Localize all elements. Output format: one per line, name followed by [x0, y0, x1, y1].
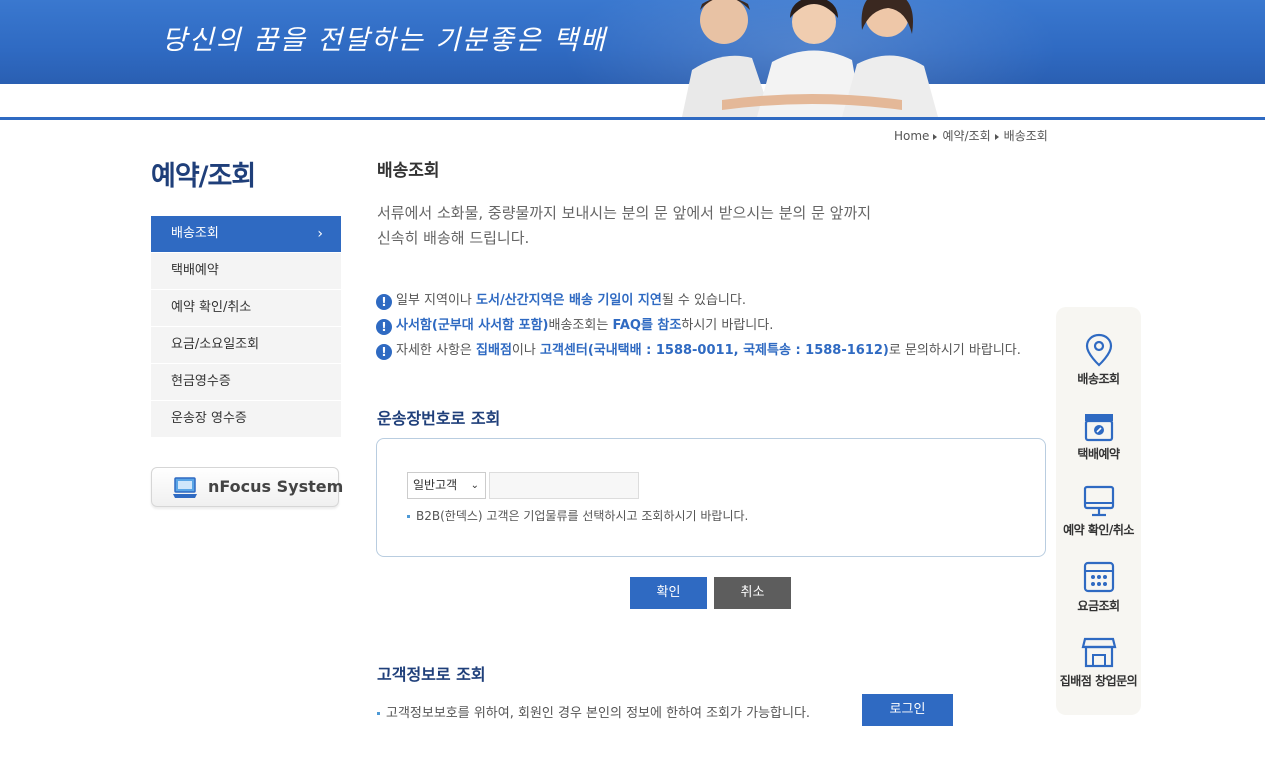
quick-item-label: 예약 확인/취소 [1063, 523, 1134, 537]
sidebar-item-label: 운송장 영수증 [171, 411, 247, 426]
breadcrumb-home[interactable]: Home [894, 129, 929, 143]
breadcrumb-level1[interactable]: 예약/조회 [942, 129, 990, 143]
customer-note: 고객정보보호를 위하여, 회원인 경우 본인의 정보에 한하여 조회가 가능합니… [377, 702, 810, 721]
customer-type-value: 일반고객 [413, 478, 458, 492]
quick-item-delivery-tracking[interactable]: 배송조회 [1056, 333, 1141, 387]
notice-text: 자세한 사항은 [396, 343, 477, 358]
quick-item-label: 요금조회 [1077, 599, 1120, 613]
section-title-waybill: 운송장번호로 조회 [377, 409, 501, 428]
notice-highlight: 고객센터(국내택배 : 1588-0011, 국제특송 : 1588-1612) [539, 343, 889, 358]
sidebar-item-fee-inquiry[interactable]: 요금/소요일조회 [151, 327, 341, 364]
notice-text: 하시기 바랍니다. [681, 318, 774, 333]
customer-note-text: 고객정보보호를 위하여, 회원인 경우 본인의 정보에 한하여 조회가 가능합니… [386, 706, 811, 721]
sidebar-item-label: 요금/소요일조회 [171, 337, 260, 352]
cancel-button[interactable]: 취소 [714, 577, 791, 609]
location-pin-icon [1085, 333, 1112, 367]
exclamation-icon: ! [376, 294, 392, 310]
notice-item: ! 사서함(군부대 사서함 포함)배송조회는 FAQ를 참조하시기 바랍니다. [376, 316, 1056, 341]
quick-item-reservation-check[interactable]: 예약 확인/취소 [1056, 484, 1141, 538]
computer-icon [173, 477, 197, 498]
waybill-number-input[interactable] [489, 472, 639, 499]
sidebar-item-label: 배송조회 [171, 226, 219, 241]
sidebar-item-reservation[interactable]: 택배예약 [151, 253, 341, 290]
chevron-down-icon: ⌄ [470, 480, 479, 491]
b2b-note: B2B(한덱스) 고객은 기업물류를 선택하시고 조회하시기 바랍니다. [407, 507, 748, 524]
section-title-customer: 고객정보로 조회 [377, 665, 486, 684]
header-slogan: 당신의 꿈을 전달하는 기분좋은 택배 [162, 25, 607, 56]
monitor-icon [1083, 485, 1114, 517]
login-button[interactable]: 로그인 [862, 694, 953, 726]
notice-text: 로 문의하시기 바랍니다. [888, 343, 1021, 358]
quick-item-label: 집배점 창업문의 [1059, 674, 1138, 688]
calculator-icon [1083, 561, 1114, 593]
sidebar-item-label: 택배예약 [171, 263, 219, 278]
customer-type-select[interactable]: 일반고객 ⌄ [407, 472, 486, 499]
notice-item: ! 일부 지역이나 도서/산간지역은 배송 기일이 지연될 수 있습니다. [376, 291, 1056, 316]
waybill-lookup-box: 일반고객 ⌄ B2B(한덱스) 고객은 기업물류를 선택하시고 조회하시기 바랍… [376, 438, 1046, 557]
breadcrumb-arrow-icon [933, 133, 938, 140]
quick-item-label: 배송조회 [1077, 372, 1120, 386]
exclamation-icon: ! [376, 319, 392, 335]
sidebar-title: 예약/조회 [151, 161, 256, 192]
notice-item: ! 자세한 사항은 집배점이나 고객센터(국내택배 : 1588-0011, 국제… [376, 341, 1056, 366]
sidebar-item-label: 현금영수증 [171, 374, 231, 389]
intro-text: 서류에서 소화물, 중량물까지 보내시는 분의 문 앞에서 받으시는 분의 문 … [377, 201, 997, 251]
breadcrumb: Home 예약/조회 배송조회 [894, 127, 1048, 144]
notice-text: 될 수 있습니다. [661, 293, 746, 308]
header-divider [0, 117, 1265, 120]
nfocus-label: nFocus System [208, 477, 344, 496]
parcel-box-icon [1084, 414, 1113, 442]
sidebar-item-waybill-receipt[interactable]: 운송장 영수증 [151, 401, 341, 438]
faq-link[interactable]: FAQ를 참조 [612, 318, 681, 333]
breadcrumb-level2[interactable]: 배송조회 [1004, 129, 1048, 143]
sidebar-item-cash-receipt[interactable]: 현금영수증 [151, 364, 341, 401]
quick-item-label: 택배예약 [1077, 447, 1120, 461]
family-photo [662, 0, 948, 117]
nfocus-system-button[interactable]: nFocus System [151, 467, 343, 507]
bullet-icon [407, 515, 410, 518]
notice-text: 이나 [511, 343, 540, 358]
quick-item-fee-inquiry[interactable]: 요금조회 [1056, 560, 1141, 614]
sidebar-item-delivery-tracking[interactable]: 배송조회 › [151, 216, 341, 253]
sidebar-item-label: 예약 확인/취소 [171, 300, 252, 315]
store-icon [1081, 637, 1116, 668]
b2b-note-text: B2B(한덱스) 고객은 기업물류를 선택하시고 조회하시기 바랍니다. [416, 509, 749, 523]
quick-item-branch-inquiry[interactable]: 집배점 창업문의 [1056, 635, 1141, 689]
notice-list: ! 일부 지역이나 도서/산간지역은 배송 기일이 지연될 수 있습니다. ! 사서… [376, 291, 1056, 366]
page-title: 배송조회 [377, 161, 440, 181]
breadcrumb-arrow-icon [994, 133, 999, 140]
quick-menu: 배송조회 택배예약 예약 확인/취소 요금조회 집배점 창업문의 [1056, 307, 1141, 715]
intro-line-1: 서류에서 소화물, 중량물까지 보내시는 분의 문 앞에서 받으시는 분의 문 … [377, 204, 872, 222]
confirm-button[interactable]: 확인 [630, 577, 707, 609]
notice-text: 일부 지역이나 [396, 293, 477, 308]
quick-item-reservation[interactable]: 택배예약 [1056, 408, 1141, 462]
bullet-icon [377, 712, 380, 715]
header-strip [0, 84, 1265, 117]
notice-text: 배송조회는 [548, 318, 613, 333]
notice-highlight: 집배점 [476, 343, 512, 358]
notice-highlight: 사서함(군부대 사서함 포함) [396, 318, 549, 333]
sidebar-menu: 배송조회 › 택배예약 예약 확인/취소 요금/소요일조회 현금영수증 운송장 … [151, 216, 341, 438]
chevron-right-icon: › [317, 226, 323, 242]
exclamation-icon: ! [376, 344, 392, 360]
notice-highlight: 도서/산간지역은 배송 기일이 지연 [476, 293, 662, 308]
sidebar-item-reservation-check[interactable]: 예약 확인/취소 [151, 290, 341, 327]
intro-line-2: 신속히 배송해 드립니다. [377, 229, 530, 247]
header-banner: 당신의 꿈을 전달하는 기분좋은 택배 [0, 0, 1265, 84]
